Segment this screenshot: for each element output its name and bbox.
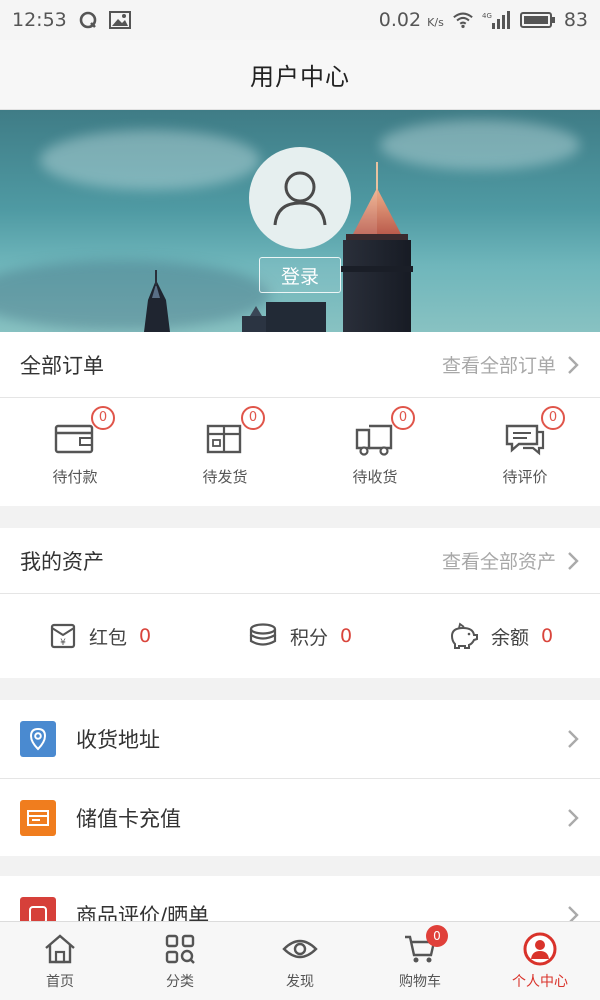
assets-title: 我的资产 xyxy=(20,549,104,574)
asset-label: 积分 xyxy=(289,626,328,649)
order-count-badge: 0 xyxy=(391,405,415,430)
avatar[interactable] xyxy=(249,147,351,249)
assets-header[interactable]: 我的资产 查看全部资产 xyxy=(0,528,600,594)
asset-value: 0 xyxy=(138,625,152,647)
nav-label: 分类 xyxy=(166,974,194,990)
menu-label: 储值卡充值 xyxy=(76,806,181,831)
battery-icon xyxy=(519,9,556,31)
nav-category[interactable]: 分类 xyxy=(120,922,240,1000)
nav-label: 发现 xyxy=(286,974,314,990)
order-label: 待付款 xyxy=(52,467,98,486)
nav-profile[interactable]: 个人中心 xyxy=(480,922,600,1000)
wallet-icon: 0 xyxy=(53,405,115,458)
orders-section: 全部订单 查看全部订单 0 待付款 0 待发货 0 待收货 0 待评价 xyxy=(0,332,600,506)
asset-value: 0 xyxy=(339,625,353,647)
asset-label: 红包 xyxy=(88,626,127,649)
chevron-right-icon xyxy=(568,551,579,570)
category-grid-icon xyxy=(162,931,198,967)
page-title: 用户中心 xyxy=(250,63,350,91)
status-bar: 12:53 0.02 K/s 4G 83 xyxy=(0,0,600,40)
order-count-badge: 0 xyxy=(91,405,115,430)
home-icon xyxy=(42,931,78,967)
asset-row: ¥ 红包 0 积分 0 余额 0 xyxy=(0,594,600,678)
asset-item-points[interactable]: 积分 0 xyxy=(200,622,400,650)
svg-text:4G: 4G xyxy=(482,12,492,20)
asset-value: 0 xyxy=(540,625,554,647)
order-status-row: 0 待付款 0 待发货 0 待收货 0 待评价 xyxy=(0,398,600,506)
order-item-pending-shipment[interactable]: 0 待发货 xyxy=(150,398,300,506)
package-icon: 0 xyxy=(203,405,265,458)
header: 用户中心 xyxy=(0,40,600,110)
chevron-right-icon xyxy=(568,730,579,748)
cart-icon: 0 xyxy=(402,925,448,967)
chevron-right-icon xyxy=(568,355,579,374)
chevron-right-icon xyxy=(568,808,579,827)
order-label: 待评价 xyxy=(502,467,548,486)
nav-cart[interactable]: 0 购物车 xyxy=(360,922,480,1000)
asset-item-balance[interactable]: 余额 0 xyxy=(400,622,600,650)
order-item-pending-payment[interactable]: 0 待付款 xyxy=(0,398,150,506)
asset-label: 余额 xyxy=(490,626,529,649)
view-all-assets-link[interactable]: 查看全部资产 xyxy=(442,547,580,574)
menu-label: 收货地址 xyxy=(76,728,160,752)
order-item-pending-review[interactable]: 0 待评价 xyxy=(450,398,600,506)
q-notification-icon xyxy=(77,9,99,31)
asset-item-red-envelope[interactable]: ¥ 红包 0 xyxy=(0,622,200,650)
cart-count-badge: 0 xyxy=(426,925,448,947)
profile-banner: 登录 xyxy=(0,110,600,332)
menu-item-card-recharge[interactable]: 储值卡充值 xyxy=(0,778,600,856)
orders-title: 全部订单 xyxy=(20,353,104,378)
red-envelope-icon: ¥ xyxy=(50,623,76,649)
status-time: 12:53 xyxy=(12,9,67,31)
bottom-nav: 首页 分类 发现 0 购物车 个人中心 xyxy=(0,921,600,1000)
view-all-orders-link[interactable]: 查看全部订单 xyxy=(442,351,580,378)
card-icon xyxy=(20,799,56,836)
order-label: 待发货 xyxy=(202,467,248,486)
nav-label: 首页 xyxy=(46,974,74,990)
nav-discover[interactable]: 发现 xyxy=(240,922,360,1000)
eye-icon xyxy=(282,931,318,967)
nav-label: 购物车 xyxy=(399,974,441,990)
menu-group-1: 收货地址 储值卡充值 xyxy=(0,700,600,856)
svg-text:¥: ¥ xyxy=(60,638,66,648)
net-speed: 0.02 K/s xyxy=(378,9,444,31)
comment-icon: 0 xyxy=(503,405,565,458)
battery-level: 83 xyxy=(563,9,588,31)
location-pin-icon xyxy=(20,721,56,757)
user-circle-icon xyxy=(522,931,558,967)
piggy-bank-icon xyxy=(450,622,478,649)
order-item-pending-receipt[interactable]: 0 待收货 xyxy=(300,398,450,506)
order-count-badge: 0 xyxy=(541,405,565,430)
coins-icon xyxy=(249,623,277,646)
image-notification-icon xyxy=(108,9,131,31)
nav-home[interactable]: 首页 xyxy=(0,922,120,1000)
orders-header[interactable]: 全部订单 查看全部订单 xyxy=(0,332,600,398)
nav-label: 个人中心 xyxy=(512,974,568,990)
menu-item-shipping-address[interactable]: 收货地址 xyxy=(0,700,600,778)
delivery-truck-icon: 0 xyxy=(353,405,415,458)
signal-icon: 4G xyxy=(482,9,512,31)
order-count-badge: 0 xyxy=(241,405,265,430)
user-avatar-icon xyxy=(273,171,327,226)
login-button[interactable]: 登录 xyxy=(259,257,341,293)
wifi-icon xyxy=(452,9,474,31)
assets-section: 我的资产 查看全部资产 ¥ 红包 0 积分 0 余额 0 xyxy=(0,528,600,678)
order-label: 待收货 xyxy=(352,467,398,486)
